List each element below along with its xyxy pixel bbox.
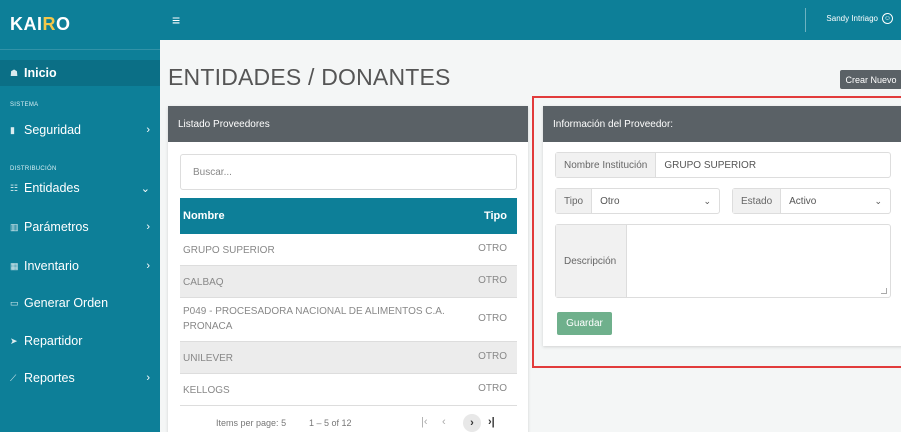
providers-list-title: Listado Proveedores: [168, 106, 528, 142]
sidebar-item-label: Reportes: [24, 371, 75, 385]
list-icon: ☷: [10, 182, 19, 193]
chevron-right-icon: ›: [146, 124, 150, 136]
sidebar-item-label: Entidades: [24, 181, 80, 195]
create-new-button[interactable]: Crear Nuevo: [840, 70, 901, 89]
user-name: Sandy Intriago: [826, 14, 878, 23]
row-nombre: KELLOGS: [183, 385, 230, 396]
sidebar-item-entidades[interactable]: ☷ Entidades ⌄: [0, 175, 160, 201]
cart-icon: ▭: [10, 297, 19, 308]
prev-page-icon[interactable]: ‹: [442, 416, 446, 428]
topbar-divider: [805, 8, 806, 32]
row-nombre: UNILEVER: [183, 353, 234, 364]
sidebar-item-label: Generar Orden: [24, 296, 109, 310]
chevron-right-icon: ›: [146, 260, 150, 272]
table-row[interactable]: KELLOGS OTRO: [180, 374, 517, 406]
home-icon: ☗: [10, 67, 19, 78]
row-tipo: OTRO: [478, 351, 507, 362]
providers-list-card: Listado Proveedores Buscar... Nombre Tip…: [168, 106, 528, 432]
highlight-box: [532, 96, 901, 368]
table-row[interactable]: GRUPO SUPERIOR OTRO: [180, 234, 517, 266]
sidebar-item-label: Inventario: [24, 259, 79, 273]
column-header-tipo[interactable]: Tipo: [484, 210, 507, 222]
next-page-icon[interactable]: ›: [463, 414, 481, 432]
first-page-icon[interactable]: |‹: [421, 416, 428, 428]
section-distribucion: DISTRIBUCIÓN: [10, 166, 57, 172]
sidebar-item-repartidor[interactable]: ➤ Repartidor: [0, 328, 160, 354]
brand-prefix: KAI: [10, 14, 43, 34]
trend-icon: ⟋: [10, 372, 17, 383]
topbar: ≡ Sandy Intriago ☺: [160, 0, 901, 40]
sidebar-item-label: Inicio: [24, 66, 57, 80]
grid-icon: ▦: [10, 260, 19, 271]
row-tipo: OTRO: [478, 383, 507, 394]
table-header: Nombre Tipo: [180, 198, 517, 234]
brand-logo[interactable]: KAI R O: [0, 0, 160, 50]
items-per-page-value: 5: [281, 418, 287, 428]
chevron-right-icon: ›: [146, 372, 150, 384]
chart-icon: ▥: [10, 221, 19, 232]
table-row[interactable]: P049 - PROCESADORA NACIONAL DE ALIMENTOS…: [180, 298, 517, 342]
user-menu[interactable]: Sandy Intriago ☺: [826, 13, 893, 24]
chevron-down-icon: ⌄: [140, 182, 150, 195]
row-nombre: P049 - PROCESADORA NACIONAL DE ALIMENTOS…: [183, 306, 445, 332]
lock-icon: ▮: [10, 124, 15, 135]
sidebar-item-reportes[interactable]: ⟋ Reportes ›: [0, 365, 160, 391]
row-tipo: OTRO: [478, 313, 507, 324]
sidebar-item-generar-orden[interactable]: ▭ Generar Orden: [0, 290, 160, 316]
user-avatar-icon: ☺: [882, 13, 893, 24]
last-page-icon[interactable]: ›|: [488, 416, 495, 428]
sidebar-item-label: Repartidor: [24, 334, 83, 348]
table-row[interactable]: UNILEVER OTRO: [180, 342, 517, 374]
column-header-nombre[interactable]: Nombre: [183, 210, 225, 222]
menu-icon[interactable]: ≡: [172, 12, 180, 28]
search-input[interactable]: Buscar...: [180, 154, 517, 190]
sidebar: KAI R O ☗ Inicio SISTEMA ▮ Seguridad › DIS…: [0, 0, 160, 432]
chevron-right-icon: ›: [146, 221, 150, 233]
items-per-page-label: Items per page:: [216, 418, 279, 428]
send-icon: ➤: [10, 335, 18, 346]
section-sistema: SISTEMA: [10, 102, 39, 108]
sidebar-item-seguridad[interactable]: ▮ Seguridad ›: [0, 117, 160, 143]
sidebar-item-label: Seguridad: [24, 123, 81, 137]
table-row[interactable]: CALBAQ OTRO: [180, 266, 517, 298]
brand-suffix: O: [56, 14, 71, 34]
brand-accent: R: [42, 14, 56, 34]
row-nombre: CALBAQ: [183, 277, 224, 288]
row-nombre: GRUPO SUPERIOR: [183, 245, 275, 256]
sidebar-item-label: Parámetros: [24, 220, 89, 234]
page-range: 1 – 5 of 12: [309, 418, 352, 428]
sidebar-item-parametros[interactable]: ▥ Parámetros ›: [0, 214, 160, 240]
sidebar-item-inicio[interactable]: ☗ Inicio: [0, 60, 160, 86]
sidebar-item-inventario[interactable]: ▦ Inventario ›: [0, 253, 160, 279]
paginator: Items per page: 5 1 – 5 of 12 |‹ ‹ › ›|: [180, 410, 517, 432]
page-title: ENTIDADES / DONANTES: [168, 64, 451, 90]
row-tipo: OTRO: [478, 275, 507, 286]
row-tipo: OTRO: [478, 243, 507, 254]
items-per-page[interactable]: Items per page: 5: [216, 418, 286, 428]
